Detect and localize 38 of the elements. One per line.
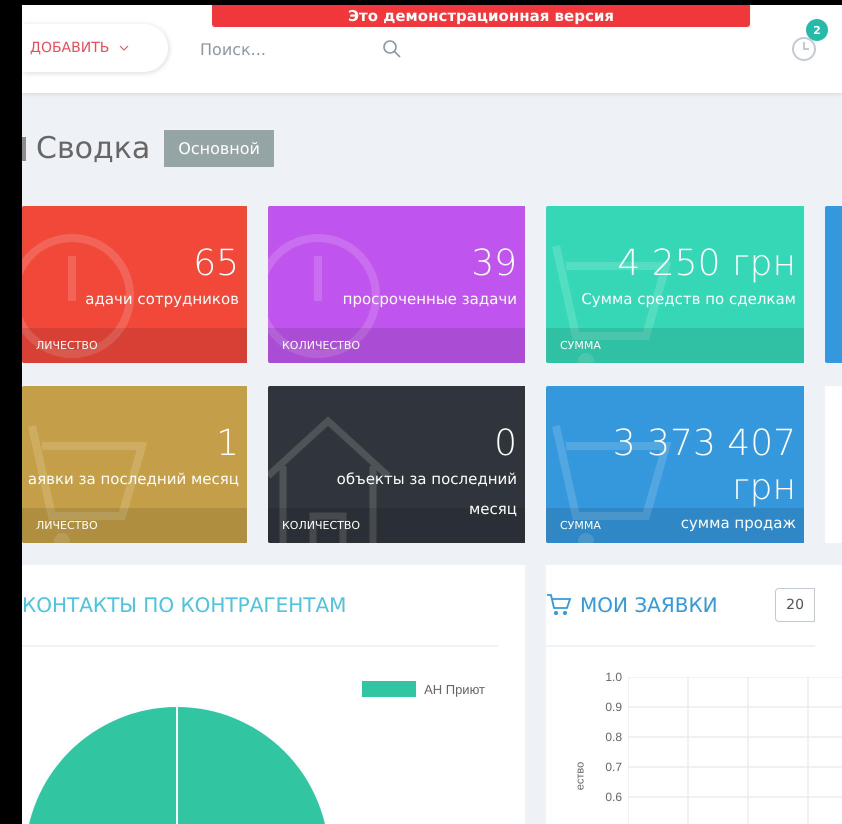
- stat-footer: СУММА: [560, 519, 601, 532]
- page-icon: [22, 137, 26, 161]
- chevron-icon: [119, 45, 130, 51]
- stat-label: адачи сотрудников: [85, 289, 239, 310]
- search-icon: [382, 39, 402, 59]
- stat-value: 4 250 грн: [617, 242, 796, 286]
- legend-label: АН Приют: [424, 682, 485, 696]
- stat-footer: КОЛИЧЕСТВО: [282, 339, 360, 352]
- tick-label: 0.8: [604, 729, 622, 745]
- tick-label: 0.6: [604, 789, 622, 805]
- stat-value: 3 373 407 грн: [612, 422, 796, 510]
- dashboard-badge: Основной: [164, 130, 274, 166]
- notification-badge: 2: [806, 19, 828, 41]
- stat-footer: ЛИЧЕСТВО: [36, 519, 98, 532]
- stat-footer: СУММА: [560, 339, 601, 352]
- stat-label: объекты за последний месяц: [336, 469, 517, 520]
- stat-label: аявки за последний месяц: [28, 469, 239, 490]
- cart-icon: [546, 593, 572, 617]
- axis-label: ество: [573, 760, 588, 792]
- stat-value: 1: [216, 422, 239, 466]
- tick-label: 0.7: [604, 759, 622, 775]
- stat-label: Сумма средств по сделкам: [581, 289, 796, 310]
- stat-value: 65: [193, 242, 239, 286]
- tick-label: 0.9: [604, 699, 622, 715]
- stat-footer: ЛИЧЕСТВО: [36, 339, 98, 352]
- stat-label: сумма продаж: [680, 513, 796, 534]
- tick-label: 1.0: [604, 669, 622, 685]
- stat-footer: КОЛИЧЕСТВО: [282, 519, 360, 532]
- stat-value: 39: [471, 242, 517, 286]
- stat-value: 0: [494, 422, 517, 466]
- panel-title: МОИ ЗАЯВКИ: [580, 593, 718, 617]
- demo-banner: Это демонстрационная версия: [212, 5, 750, 27]
- year-select[interactable]: 20: [775, 588, 815, 622]
- stat-label: просроченные задачи: [342, 289, 517, 310]
- add-button[interactable]: ДОБАВИТЬ: [22, 24, 168, 72]
- panel-title: КОНТАКТЫ ПО КОНТРАГЕНТАМ: [22, 593, 346, 617]
- clock-icon[interactable]: [790, 35, 818, 63]
- page-title: Сводка: [36, 130, 150, 166]
